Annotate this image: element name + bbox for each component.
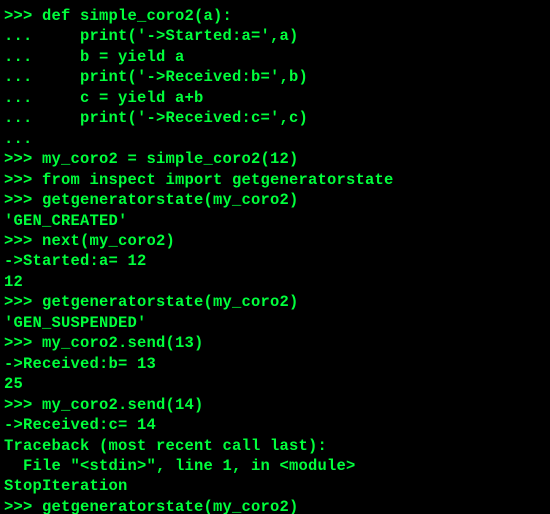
terminal-line: 'GEN_CREATED' [4,211,546,231]
terminal-line: ... print('->Received:b=',b) [4,67,546,87]
terminal-line: 25 [4,374,546,394]
terminal-line: ... print('->Started:a=',a) [4,26,546,46]
terminal-line: >>> my_coro2.send(14) [4,395,546,415]
terminal-line: ->Started:a= 12 [4,251,546,271]
terminal-line: ->Received:c= 14 [4,415,546,435]
terminal-line: File "<stdin>", line 1, in <module> [4,456,546,476]
terminal-line: >>> from inspect import getgeneratorstat… [4,170,546,190]
terminal-line: ->Received:b= 13 [4,354,546,374]
terminal-line: 'GEN_SUSPENDED' [4,313,546,333]
terminal-line: >>> getgeneratorstate(my_coro2) [4,497,546,514]
terminal-line: StopIteration [4,476,546,496]
terminal-line: >>> my_coro2 = simple_coro2(12) [4,149,546,169]
terminal-line: ... [4,129,546,149]
terminal-line: >>> next(my_coro2) [4,231,546,251]
terminal-line: 12 [4,272,546,292]
terminal-line: ... b = yield a [4,47,546,67]
terminal-line: >>> def simple_coro2(a): [4,6,546,26]
terminal-line: >>> my_coro2.send(13) [4,333,546,353]
terminal-line: Traceback (most recent call last): [4,436,546,456]
terminal-line: ... c = yield a+b [4,88,546,108]
terminal-line: ... print('->Received:c=',c) [4,108,546,128]
terminal[interactable]: >>> def simple_coro2(a):... print('->Sta… [0,0,550,514]
terminal-line: >>> getgeneratorstate(my_coro2) [4,292,546,312]
terminal-line: >>> getgeneratorstate(my_coro2) [4,190,546,210]
